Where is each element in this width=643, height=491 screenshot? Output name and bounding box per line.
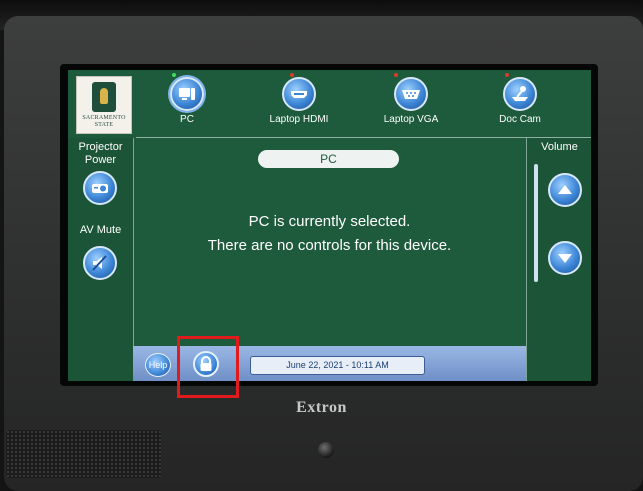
- triangle-up-icon: [558, 185, 572, 194]
- right-control-panel: Volume: [526, 138, 591, 381]
- extron-brand-label: Extron: [296, 399, 347, 416]
- vga-icon: [402, 90, 420, 99]
- laptop-hdmi-source-button[interactable]: [282, 77, 316, 111]
- projector-power-button[interactable]: [83, 171, 117, 205]
- source-title-pill: PC: [258, 150, 399, 168]
- status-led-red: [505, 73, 509, 77]
- logo-text: SACRAMENTO STATE: [79, 115, 129, 129]
- status-message-line2: There are no controls for this device.: [207, 237, 452, 254]
- source-label-doc-cam: Doc Cam: [499, 114, 541, 125]
- left-control-panel: Projector Power AV Mute: [68, 138, 134, 381]
- sensor-dot: [318, 442, 334, 458]
- source-pc[interactable]: PC: [142, 73, 232, 125]
- date-time-display: June 22, 2021 - 10:11 AM: [250, 356, 425, 375]
- pc-source-button[interactable]: [170, 77, 204, 111]
- sac-state-logo: SACRAMENTO STATE: [76, 76, 132, 134]
- source-label-laptop-vga: Laptop VGA: [383, 114, 439, 125]
- mute-icon: [92, 255, 107, 271]
- triangle-down-icon: [558, 254, 572, 263]
- source-label-laptop-hdmi: Laptop HDMI: [269, 114, 329, 125]
- projector-icon: [92, 184, 108, 193]
- laptop-vga-source-button[interactable]: [394, 77, 428, 111]
- touch-screen: SACRAMENTO STATE PC Laptop HDMI Laptop V…: [68, 70, 591, 381]
- av-mute-button[interactable]: [83, 246, 117, 280]
- status-led-green: [172, 73, 176, 77]
- header-divider: [136, 137, 591, 138]
- volume-down-button[interactable]: [548, 241, 582, 275]
- highlight-annotation-box: [177, 336, 239, 398]
- speaker-grill: [6, 430, 161, 478]
- pc-icon: [179, 88, 195, 100]
- source-laptop-vga[interactable]: Laptop VGA: [366, 73, 456, 125]
- source-laptop-hdmi[interactable]: Laptop HDMI: [254, 73, 344, 125]
- source-label-pc: PC: [180, 114, 194, 125]
- source-doc-cam[interactable]: Doc Cam: [475, 73, 565, 125]
- logo-seal: [92, 82, 116, 112]
- help-button[interactable]: Help: [145, 353, 171, 377]
- doc-cam-icon: [512, 86, 528, 101]
- av-mute-label: AV Mute: [79, 224, 122, 236]
- status-led-red: [394, 73, 398, 77]
- hdmi-icon: [291, 91, 307, 98]
- logo-line-2: STATE: [94, 122, 114, 128]
- volume-label: Volume: [541, 141, 578, 153]
- status-message-line1: PC is currently selected.: [248, 213, 411, 230]
- projector-power-label: Projector Power: [78, 141, 123, 166]
- status-led-red: [290, 73, 294, 77]
- logo-line-1: SACRAMENTO: [82, 115, 126, 121]
- volume-up-button[interactable]: [548, 173, 582, 207]
- volume-slider-track[interactable]: [534, 164, 538, 282]
- doc-cam-source-button[interactable]: [503, 77, 537, 111]
